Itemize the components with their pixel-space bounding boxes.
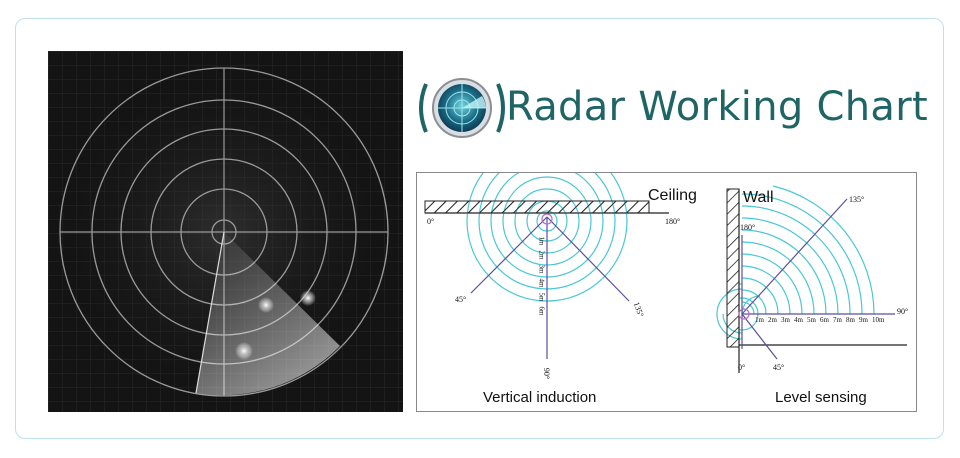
distance-label: 3m <box>781 316 790 324</box>
distance-label: 2m <box>768 316 777 324</box>
vertical-induction-caption: Vertical induction <box>483 389 597 406</box>
wall-label: Wall <box>743 189 774 206</box>
angle-label: 45° <box>455 295 467 304</box>
angle-label: 90° <box>542 367 552 380</box>
wall-hatch <box>726 188 740 348</box>
radar-blip <box>300 290 316 306</box>
distance-label: 7m <box>833 316 842 324</box>
diagram-svg <box>424 173 907 373</box>
angle-label: 180° <box>740 223 756 232</box>
radar-icon <box>419 78 505 138</box>
distance-label: 4m <box>794 316 803 324</box>
angle-label: 45° <box>773 363 785 372</box>
distance-label: 5m <box>537 292 546 302</box>
angle-label: 135° <box>849 195 865 204</box>
distance-label: 3m <box>537 264 546 274</box>
distance-label: 6m <box>820 316 829 324</box>
distance-label: 1m <box>537 236 546 246</box>
angle-label: 0° <box>738 363 746 372</box>
angle-label: 0° <box>427 217 435 226</box>
distance-label: 4m <box>537 278 546 288</box>
distance-label: 1m <box>755 316 764 324</box>
distance-label: 6m <box>537 306 546 316</box>
distance-label: 9m <box>859 316 868 324</box>
level-sensing-diagram <box>716 185 907 373</box>
page-title: Radar Working Chart <box>506 84 928 130</box>
level-sensing-caption: Level sensing <box>775 389 867 406</box>
title-area: Radar Working Chart <box>416 66 936 146</box>
radar-working-diagram: Ceiling 0° 180° 45° 135° 90° 1m 2m 3m 4m… <box>416 172 917 412</box>
ceiling-label: Ceiling <box>648 187 697 204</box>
distance-label: 8m <box>846 316 855 324</box>
radar-screen-image <box>48 51 403 412</box>
angle-label: 90° <box>897 307 909 316</box>
angle-label: 180° <box>665 217 681 226</box>
radar-blip <box>258 297 274 313</box>
axis-45 <box>470 216 548 294</box>
distance-label: 10m <box>872 316 885 324</box>
radar-blip <box>235 342 253 360</box>
distance-label: 2m <box>537 250 546 260</box>
radar-svg <box>48 51 403 412</box>
distance-label: 5m <box>807 316 816 324</box>
